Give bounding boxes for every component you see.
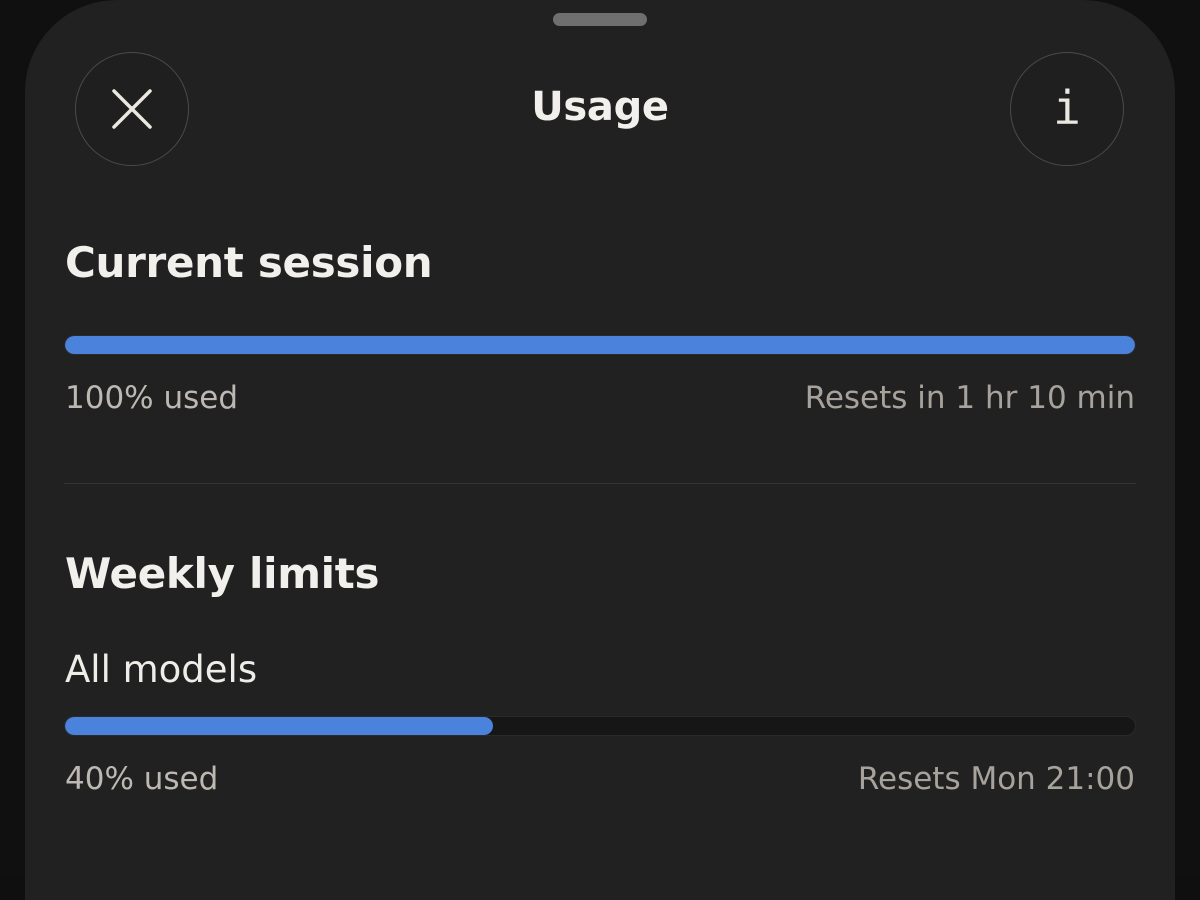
current-session-heading: Current session <box>65 238 433 287</box>
current-session-reset-label: Resets in 1 hr 10 min <box>804 380 1135 416</box>
all-models-progress-bar <box>64 716 1136 736</box>
sheet-drag-handle[interactable] <box>553 13 647 26</box>
section-divider <box>64 483 1136 484</box>
usage-sheet: Usage i Current session 100% used Resets… <box>25 0 1175 900</box>
current-session-progress-bar <box>64 335 1136 355</box>
all-models-used-label: 40% used <box>65 761 219 797</box>
all-models-label: All models <box>65 648 258 691</box>
all-models-reset-label: Resets Mon 21:00 <box>857 761 1135 797</box>
info-icon: i <box>1053 81 1081 135</box>
current-session-progress-fill <box>65 336 1135 354</box>
weekly-limits-heading: Weekly limits <box>65 549 380 598</box>
all-models-progress-fill <box>65 717 493 735</box>
current-session-used-label: 100% used <box>65 380 239 416</box>
page-title: Usage <box>531 84 669 130</box>
info-button[interactable]: i <box>1010 52 1124 166</box>
